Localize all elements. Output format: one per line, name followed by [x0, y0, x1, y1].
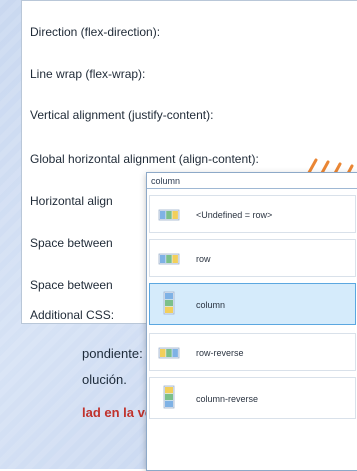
property-label-global-horizontal-alignment: Global horizontal alignment (align-conte… [30, 152, 259, 166]
flex-row-reverse-icon [158, 347, 180, 359]
property-label-direction: Direction (flex-direction): [30, 25, 161, 39]
property-label-vertical-alignment: Vertical alignment (justify-content): [30, 108, 214, 122]
property-label-space-between-2: Space between [30, 278, 113, 292]
property-label-additional-css: Additional CSS: [30, 308, 115, 322]
flex-row-icon [158, 253, 180, 265]
dropdown-option-label: row [196, 254, 211, 264]
property-label-line-wrap: Line wrap (flex-wrap): [30, 67, 146, 81]
dropdown-current-value[interactable]: column [147, 173, 357, 189]
property-label-space-between-1: Space between [30, 236, 113, 250]
dropdown-option-column-reverse[interactable]: column-reverse [149, 377, 356, 419]
dropdown-option-row-reverse[interactable]: row-reverse [149, 333, 356, 371]
flex-column-reverse-icon [163, 385, 175, 409]
dropdown-option-row[interactable]: row [149, 239, 356, 277]
flex-direction-dropdown[interactable]: column <Undefined = row> row column row-… [146, 172, 357, 471]
dropdown-option-label: row-reverse [196, 348, 244, 358]
flex-row-icon [158, 209, 180, 221]
article-line-1: pondiente: [82, 346, 143, 361]
dropdown-option-label: column [196, 300, 226, 310]
dropdown-option-column[interactable]: column [149, 283, 356, 325]
dropdown-option-undefined[interactable]: <Undefined = row> [149, 195, 356, 233]
flex-column-icon [163, 291, 175, 315]
dropdown-option-label: <Undefined = row> [196, 210, 273, 220]
dropdown-option-label: column-reverse [196, 394, 259, 404]
article-line-2: olución. [82, 372, 127, 387]
property-label-horizontal-alignment: Horizontal align [30, 194, 113, 208]
